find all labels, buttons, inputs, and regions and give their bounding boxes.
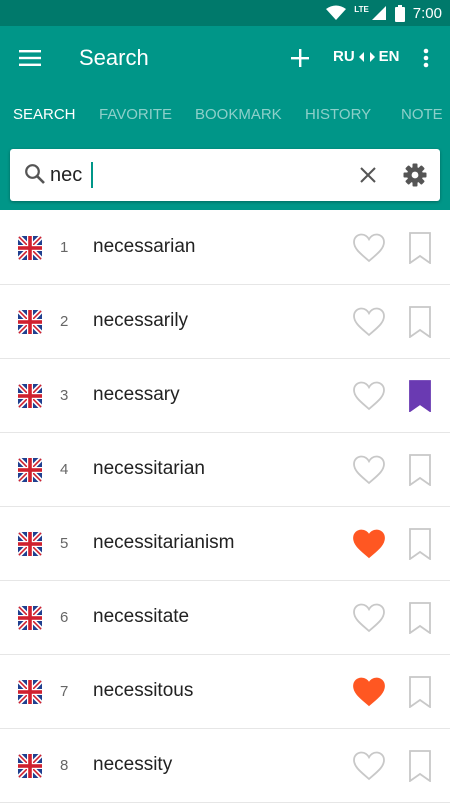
item-number: 3 — [60, 387, 69, 404]
add-button[interactable] — [282, 40, 318, 76]
uk-flag-icon — [18, 384, 42, 408]
uk-flag-icon — [18, 680, 42, 704]
word-label: necessitarian — [93, 458, 205, 479]
bookmark-button[interactable] — [406, 304, 434, 340]
list-item[interactable]: 7 necessitous — [0, 655, 450, 729]
status-icons: LTE 7:00 — [326, 0, 442, 26]
uk-flag-icon — [18, 754, 42, 778]
bookmark-button[interactable] — [406, 600, 434, 636]
more-options-button[interactable] — [412, 40, 440, 76]
item-number: 4 — [60, 461, 69, 478]
word-label: necessary — [93, 384, 180, 405]
bookmark-icon — [409, 232, 431, 264]
heart-icon — [353, 751, 385, 781]
bookmark-button[interactable] — [406, 378, 434, 414]
close-icon — [360, 167, 376, 183]
favorite-button[interactable] — [351, 527, 387, 561]
item-number: 8 — [60, 757, 69, 774]
heart-icon — [353, 381, 385, 411]
list-item[interactable]: 8 necessity — [0, 729, 450, 803]
heart-icon — [353, 529, 385, 559]
heart-icon — [353, 455, 385, 485]
bookmark-icon — [409, 602, 431, 634]
list-item[interactable]: 5 necessitarianism — [0, 507, 450, 581]
heart-icon — [353, 603, 385, 633]
favorite-button[interactable] — [351, 749, 387, 783]
word-label: necessarian — [93, 236, 196, 257]
word-label: necessity — [93, 754, 173, 775]
tab-bookmark[interactable]: BOOKMARK — [195, 106, 282, 123]
menu-icon — [19, 50, 41, 66]
tab-search[interactable]: SEARCH — [13, 106, 76, 123]
bookmark-icon — [409, 306, 431, 338]
uk-flag-icon — [18, 236, 42, 260]
bookmark-button[interactable] — [406, 452, 434, 488]
item-number: 1 — [60, 239, 69, 256]
word-label: necessitarianism — [93, 532, 235, 553]
uk-flag-icon — [18, 310, 42, 334]
add-icon — [291, 49, 309, 67]
clear-search-button[interactable] — [355, 162, 381, 188]
item-number: 7 — [60, 683, 69, 700]
favorite-button[interactable] — [351, 379, 387, 413]
uk-flag-icon — [18, 606, 42, 630]
word-label: necessitate — [93, 606, 190, 627]
status-bar: LTE 7:00 — [0, 0, 450, 26]
favorite-button[interactable] — [351, 305, 387, 339]
menu-button[interactable] — [10, 38, 50, 78]
item-number: 6 — [60, 609, 69, 626]
bookmark-icon — [409, 528, 431, 560]
results-list: 1 necessarian 2 necessarily 3 necessary … — [0, 211, 450, 803]
more-vert-icon — [423, 48, 429, 68]
signal-icon — [371, 6, 386, 20]
tab-bar: SEARCH FAVORITE BOOKMARK HISTORY NOTE — [0, 90, 450, 140]
heart-icon — [353, 233, 385, 263]
list-item[interactable]: 4 necessitarian — [0, 433, 450, 507]
gear-icon — [403, 163, 427, 187]
list-item[interactable]: 6 necessitate — [0, 581, 450, 655]
heart-icon — [353, 307, 385, 337]
uk-flag-icon — [18, 532, 42, 556]
list-item[interactable]: 2 necessarily — [0, 285, 450, 359]
bookmark-button[interactable] — [406, 526, 434, 562]
app-bar: Search RU EN — [0, 26, 450, 90]
swap-icon — [358, 51, 375, 62]
clock: 7:00 — [412, 4, 442, 22]
text-cursor — [91, 162, 93, 188]
wifi-icon — [326, 5, 347, 20]
page-title: Search — [79, 45, 149, 70]
bookmark-icon — [409, 454, 431, 486]
bookmark-icon — [409, 676, 431, 708]
search-area — [0, 140, 450, 210]
favorite-button[interactable] — [351, 601, 387, 635]
source-language: RU — [333, 48, 355, 65]
tab-note[interactable]: NOTE — [401, 106, 443, 123]
search-box — [10, 149, 440, 201]
favorite-button[interactable] — [351, 231, 387, 265]
bookmark-button[interactable] — [406, 230, 434, 266]
search-icon — [25, 164, 45, 184]
bookmark-icon — [409, 750, 431, 782]
heart-icon — [353, 677, 385, 707]
favorite-button[interactable] — [351, 453, 387, 487]
item-number: 2 — [60, 313, 69, 330]
favorite-button[interactable] — [351, 675, 387, 709]
search-settings-button[interactable] — [400, 160, 430, 190]
item-number: 5 — [60, 535, 69, 552]
bookmark-button[interactable] — [406, 674, 434, 710]
target-language: EN — [378, 48, 400, 65]
tab-favorite[interactable]: FAVORITE — [99, 106, 172, 123]
language-switch-button[interactable]: RU EN — [333, 48, 400, 65]
word-label: necessarily — [93, 310, 189, 331]
list-item[interactable]: 1 necessarian — [0, 211, 450, 285]
uk-flag-icon — [18, 458, 42, 482]
list-item[interactable]: 3 necessary — [0, 359, 450, 433]
tab-history[interactable]: HISTORY — [305, 106, 371, 123]
bookmark-icon — [409, 380, 431, 412]
battery-icon — [394, 4, 405, 22]
bookmark-button[interactable] — [406, 748, 434, 784]
word-label: necessitous — [93, 680, 194, 701]
network-type-label: LTE — [354, 4, 369, 14]
